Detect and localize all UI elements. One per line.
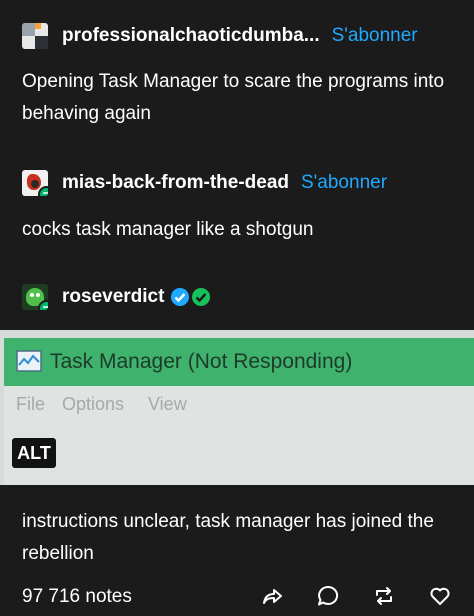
like-icon[interactable] — [428, 584, 452, 608]
post-actions — [228, 584, 452, 608]
reblog-icon — [38, 186, 48, 196]
post-text: cocks task manager like a shotgun — [22, 219, 314, 240]
reblog-icon — [38, 300, 48, 310]
post-header: mias-back-from-the-dead S'abonner — [22, 168, 387, 198]
avatar[interactable] — [22, 23, 48, 49]
username[interactable]: professionalchaoticdumba... — [62, 25, 320, 47]
menu-bar: File Options View — [4, 386, 474, 485]
window-titlebar: Task Manager (Not Responding) — [4, 338, 474, 386]
verified-icon — [170, 287, 211, 307]
avatar[interactable] — [22, 170, 48, 196]
menu-view: View — [148, 394, 187, 414]
post-header: roseverdict — [22, 282, 211, 312]
task-manager-icon — [16, 350, 42, 372]
post-footer: 97 716 notes — [22, 580, 452, 614]
post-text: Opening Task Manager to scare the progra… — [22, 71, 445, 124]
menu-file: File — [16, 394, 46, 414]
post-image[interactable]: Task Manager (Not Responding) File Optio… — [0, 330, 474, 485]
menu-options: Options — [62, 394, 125, 414]
post-header: professionalchaoticdumba... S'abonner — [22, 21, 418, 51]
reply-icon[interactable] — [316, 584, 340, 608]
avatar[interactable] — [22, 284, 48, 310]
follow-button[interactable]: S'abonner — [332, 25, 418, 47]
post-text: instructions unclear, task manager has j… — [22, 511, 434, 564]
follow-button[interactable]: S'abonner — [301, 172, 387, 194]
alt-text-badge[interactable]: ALT — [12, 438, 56, 468]
notes-count[interactable]: 97 716 notes — [22, 586, 132, 608]
username[interactable]: roseverdict — [62, 286, 164, 308]
share-icon[interactable] — [260, 584, 284, 608]
username[interactable]: mias-back-from-the-dead — [62, 172, 289, 194]
reblog-icon[interactable] — [372, 584, 396, 608]
window-title: Task Manager (Not Responding) — [50, 350, 353, 373]
